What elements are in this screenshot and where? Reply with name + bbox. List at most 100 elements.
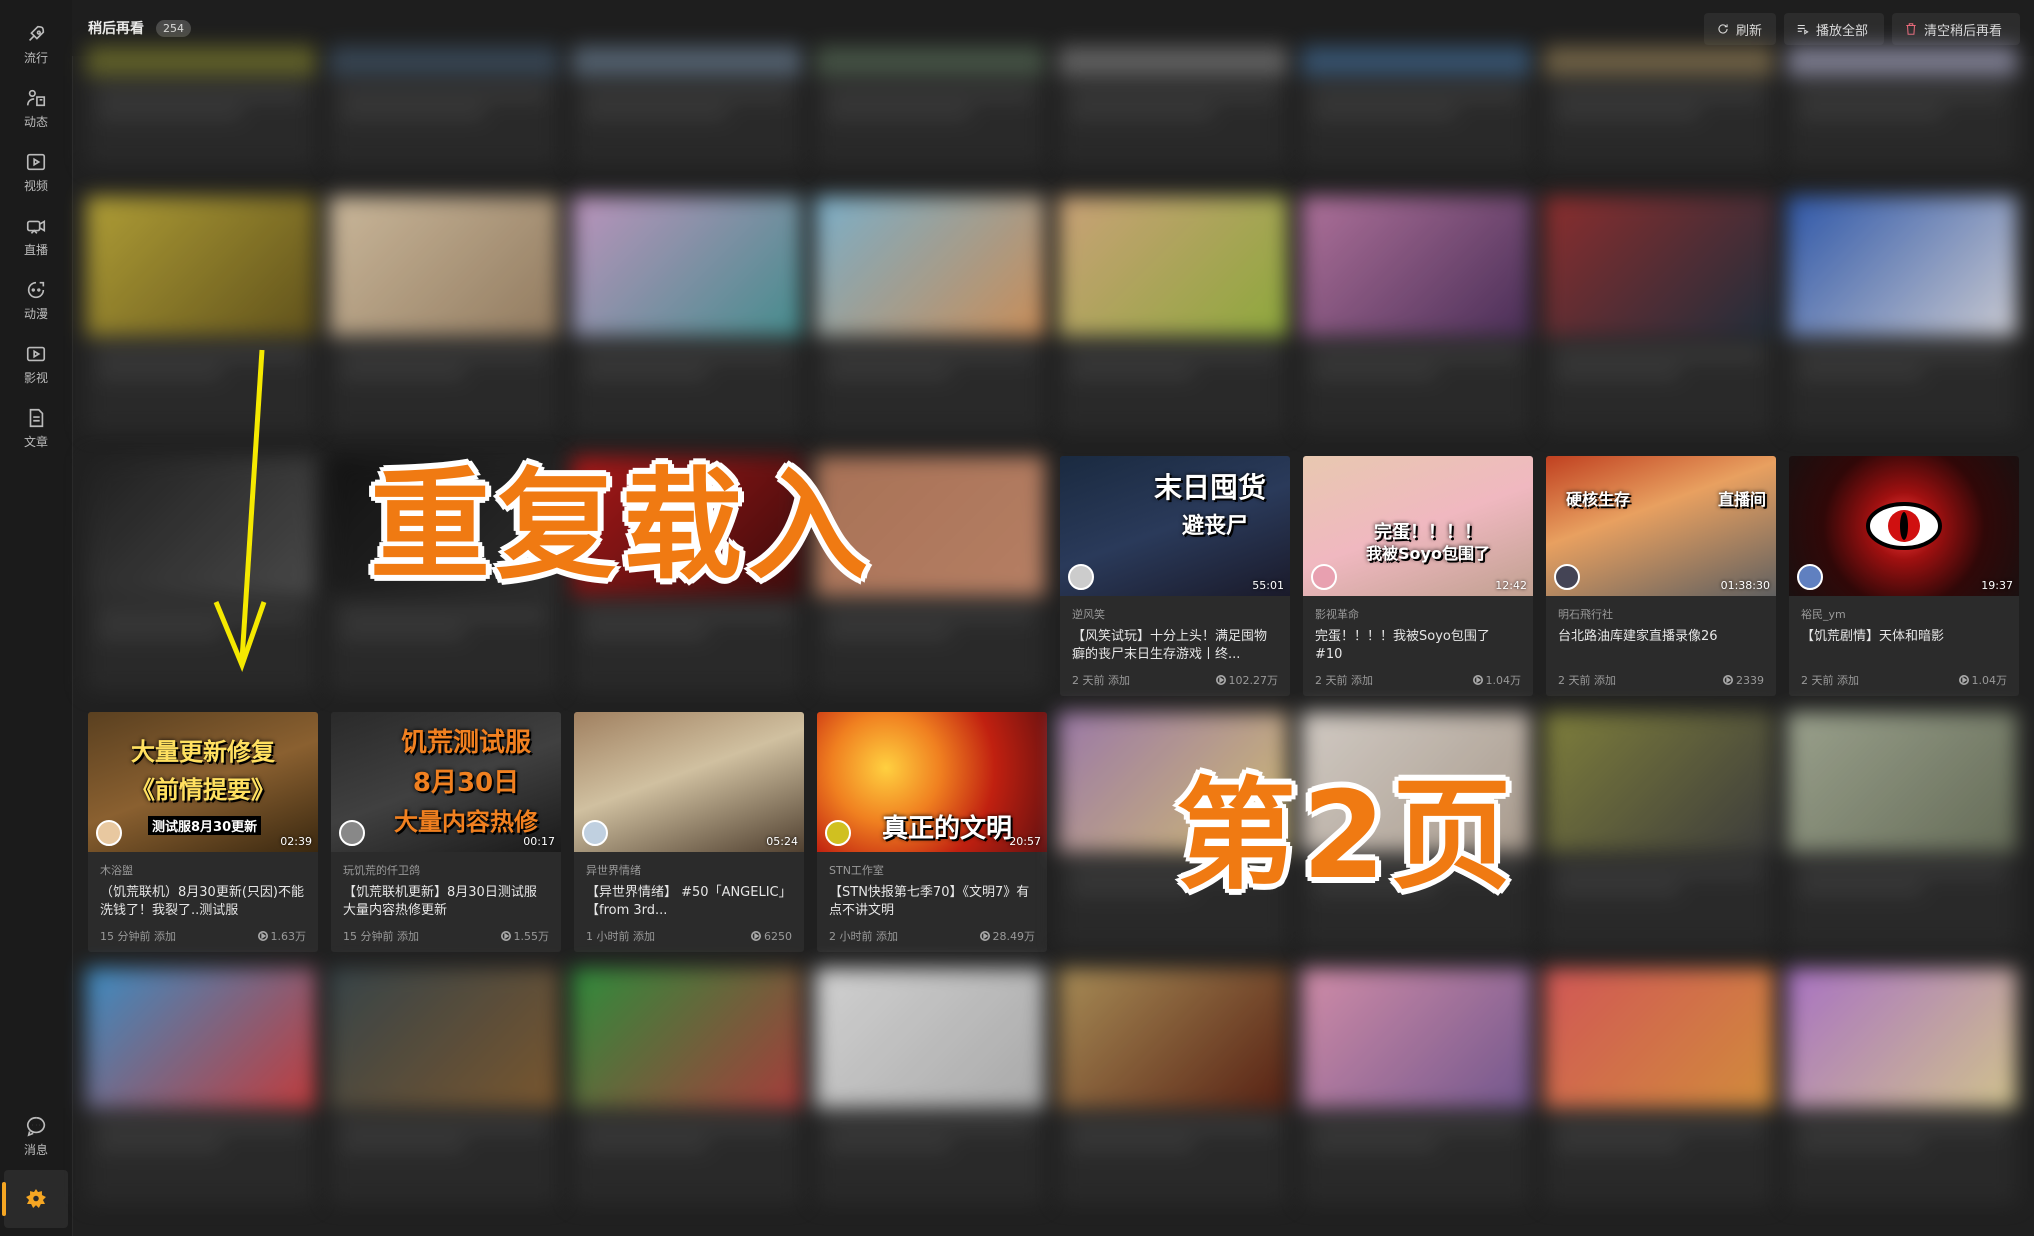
- sidebar-item-live[interactable]: 直播: [0, 206, 72, 266]
- added-time: 1 小时前 添加: [586, 930, 655, 943]
- placeholder-line: [1556, 1122, 1762, 1132]
- video-card-blurred[interactable]: [86, 46, 316, 166]
- video-card-blurred[interactable]: [572, 196, 802, 432]
- video-card[interactable]: 完蛋！！！！ 我被Soyo包围了 12:42 影视革命 完蛋！！！！我被Soyo…: [1303, 456, 1533, 696]
- video-card-blurred[interactable]: [815, 196, 1045, 432]
- view-count: 1.04万: [1971, 674, 2008, 687]
- video-card-blurred[interactable]: [815, 46, 1045, 166]
- play-all-label: 播放全部: [1816, 23, 1869, 39]
- video-card-blurred[interactable]: [1058, 46, 1288, 166]
- uploader-name[interactable]: STN工作室: [829, 862, 1035, 878]
- sidebar-item-film[interactable]: 影视: [0, 334, 72, 394]
- video-card-blurred[interactable]: [329, 968, 559, 1204]
- video-card-blurred[interactable]: [1301, 968, 1531, 1204]
- added-time: 2 天前 添加: [1558, 674, 1616, 687]
- uploader-name[interactable]: 明石飛行社: [1558, 606, 1764, 622]
- video-title[interactable]: 【饥荒剧情】天体和暗影: [1801, 628, 2007, 664]
- video-card-blurred[interactable]: [329, 196, 559, 432]
- uploader-name[interactable]: 玩饥荒的仟卫鸽: [343, 862, 549, 878]
- placeholder-line: [341, 108, 486, 118]
- uploader-name[interactable]: 逆风笑: [1072, 606, 1278, 622]
- avatar: [1797, 564, 1823, 590]
- video-card-blurred[interactable]: [1544, 712, 1774, 948]
- sidebar-item-trending[interactable]: 流行: [0, 14, 72, 74]
- video-card[interactable]: 大量更新修复 《前情提要》 测试服8月30更新 02:39 木浴盥 （饥荒联机）…: [88, 712, 318, 952]
- video-card-blurred[interactable]: [1544, 46, 1774, 166]
- placeholder-line: [1313, 108, 1458, 118]
- play-count-icon: [1958, 675, 1969, 685]
- play-all-button[interactable]: 播放全部: [1784, 13, 1884, 45]
- video-card[interactable]: 饥荒测试服 8月30日 大量内容热修 00:17 玩饥荒的仟卫鸽 【饥荒联机更新…: [331, 712, 561, 952]
- dynamic-icon: [26, 89, 46, 106]
- refresh-button[interactable]: 刷新: [1704, 13, 1776, 45]
- sidebar-item-anime[interactable]: 动漫: [0, 270, 72, 330]
- added-time: 2 小时前 添加: [829, 930, 898, 943]
- video-card-blurred[interactable]: [815, 968, 1045, 1204]
- duration-label: 05:24: [766, 835, 798, 848]
- thumbnail-title: 饥荒测试服: [400, 728, 531, 758]
- play-count-icon: [257, 931, 268, 941]
- video-card-blurred[interactable]: [1301, 196, 1531, 432]
- video-card-blurred[interactable]: [1058, 968, 1288, 1204]
- video-thumbnail: [1787, 196, 2017, 336]
- video-card[interactable]: 真正的文明 20:57 STN工作室 【STN快报第七季70】《文明7》有点不讲…: [817, 712, 1047, 952]
- video-thumbnail: 大量更新修复 《前情提要》 测试服8月30更新 02:39: [88, 712, 318, 852]
- clear-watch-later-button[interactable]: 清空稍后再看: [1892, 13, 2020, 45]
- video-card-blurred[interactable]: [86, 968, 316, 1204]
- thumbnail-subtitle: 我被Soyo包围了: [1366, 544, 1490, 563]
- uploader-name[interactable]: 裕民_ym: [1801, 606, 2007, 622]
- settings-button[interactable]: [2, 1170, 68, 1228]
- sidebar-item-video[interactable]: 视频: [0, 142, 72, 202]
- video-title[interactable]: 【风笑试玩】十分上头！满足囤物癖的丧尸末日生存游戏丨终...: [1072, 628, 1278, 664]
- sidebar-item-message[interactable]: 消息: [0, 1106, 72, 1166]
- video-card-blurred[interactable]: [1544, 196, 1774, 432]
- video-card-blurred[interactable]: [1787, 46, 2017, 166]
- view-count: 28.49万: [992, 930, 1036, 943]
- video-card[interactable]: 19:37 裕民_ym 【饥荒剧情】天体和暗影 2 天前 添加 1.04万: [1789, 456, 2019, 696]
- video-card[interactable]: 末日囤货 避丧尸 55:01 逆风笑 【风笑试玩】十分上头！满足囤物癖的丧尸末日…: [1060, 456, 1290, 696]
- page2-annotation-text: 第2页: [1176, 767, 1518, 906]
- placeholder-line: [584, 1122, 790, 1132]
- sidebar-item-label: 动漫: [23, 306, 48, 321]
- video-card[interactable]: 05:24 异世界情绪 【异世界情绪】 #50「ANGELIC」【from 3r…: [574, 712, 804, 952]
- video-card-blurred[interactable]: [329, 46, 559, 166]
- video-title[interactable]: 【STN快报第七季70】《文明7》有点不讲文明: [829, 884, 1035, 920]
- video-card-blurred[interactable]: [1544, 968, 1774, 1204]
- video-thumbnail: [86, 46, 316, 76]
- view-count: 2339: [1736, 673, 1764, 687]
- video-card-blurred[interactable]: [1787, 712, 2017, 948]
- video-card-blurred[interactable]: [572, 46, 802, 166]
- video-title[interactable]: 完蛋！！！！我被Soyo包围了 #10: [1315, 628, 1521, 664]
- sidebar-item-dynamic[interactable]: 动态: [0, 78, 72, 138]
- placeholder-line: [341, 1140, 465, 1150]
- video-card-blurred[interactable]: [1787, 196, 2017, 432]
- video-title[interactable]: （饥荒联机）8月30更新(只因)不能洗钱了！我裂了..测试服: [100, 884, 306, 920]
- placeholder-line: [1070, 1122, 1276, 1132]
- video-thumbnail: [1058, 46, 1288, 76]
- video-card-blurred[interactable]: [572, 968, 802, 1204]
- playlist-icon: [1797, 24, 1809, 35]
- uploader-name[interactable]: 影视革命: [1315, 606, 1521, 622]
- play-count-icon: [1215, 675, 1226, 685]
- video-title[interactable]: 【饥荒联机更新】8月30日测试服大量内容热修更新: [343, 884, 549, 920]
- uploader-name[interactable]: 异世界情绪: [586, 862, 792, 878]
- uploader-name[interactable]: 木浴盥: [100, 862, 306, 878]
- video-card-blurred[interactable]: [1787, 968, 2017, 1204]
- placeholder-line: [1799, 108, 1944, 118]
- video-card-blurred[interactable]: [1058, 196, 1288, 432]
- video-card[interactable]: 硬核生存 直播间 01:38:30 明石飛行社 台北路油库建家直播录像26 2 …: [1546, 456, 1776, 696]
- video-title[interactable]: 【异世界情绪】 #50「ANGELIC」【from 3rd...: [586, 884, 792, 920]
- placeholder-line: [1313, 350, 1519, 360]
- placeholder-line: [1313, 90, 1519, 100]
- placeholder-line: [1799, 368, 1923, 378]
- sidebar-item-article[interactable]: 文章: [0, 398, 72, 458]
- placeholder-line: [1070, 350, 1276, 360]
- video-card-blurred[interactable]: [1301, 46, 1531, 166]
- placeholder-line: [1070, 1140, 1194, 1150]
- video-title[interactable]: 台北路油库建家直播录像26: [1558, 628, 1764, 664]
- view-count: 1.63万: [270, 930, 307, 943]
- play-count-icon: [1723, 675, 1733, 685]
- placeholder-line: [341, 610, 547, 620]
- placeholder-line: [1556, 884, 1680, 894]
- video-thumbnail: 05:24: [574, 712, 804, 852]
